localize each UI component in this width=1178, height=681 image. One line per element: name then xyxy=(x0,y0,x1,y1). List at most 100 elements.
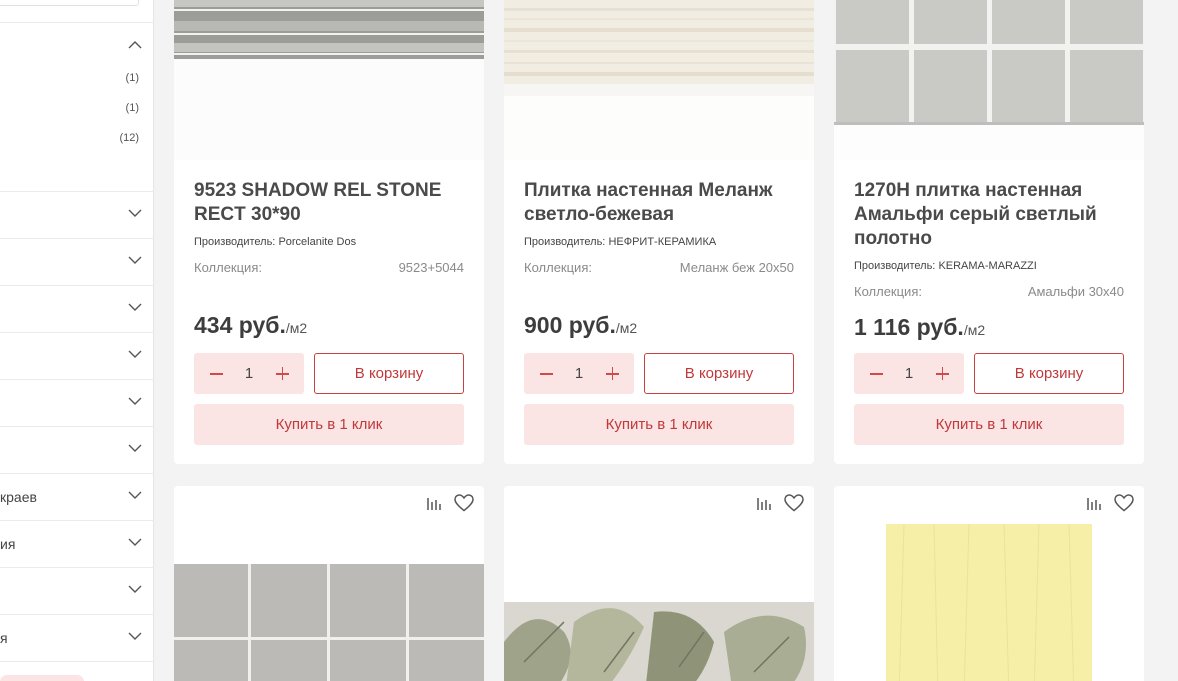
buy-one-click-button[interactable]: Купить в 1 клик xyxy=(854,404,1124,445)
minus-icon[interactable] xyxy=(528,353,564,394)
product-image[interactable] xyxy=(504,0,814,160)
quantity-value[interactable]: 1 xyxy=(894,365,924,382)
manufacturer-label: Производитель: xyxy=(524,236,606,248)
manufacturer-label: Производитель: xyxy=(194,236,276,248)
card-actions xyxy=(748,494,804,516)
product-image[interactable] xyxy=(174,564,484,681)
product-collection: Коллекция: 9523+5044 xyxy=(194,260,464,275)
product-price: 434 руб./м2 xyxy=(194,312,307,339)
price-unit: /м2 xyxy=(963,322,986,338)
chevron-down-icon[interactable] xyxy=(128,256,142,265)
price-unit: /м2 xyxy=(285,320,308,336)
product-card[interactable] xyxy=(174,486,484,681)
price-value: 1 116 руб. xyxy=(854,314,964,340)
product-collection: Коллекция: Меланж беж 20x50 xyxy=(524,260,794,275)
quantity-stepper: 1 xyxy=(194,353,304,394)
filter-group-9[interactable] xyxy=(0,567,154,614)
compare-icon[interactable] xyxy=(756,495,772,516)
plus-icon[interactable] xyxy=(264,353,300,394)
product-card[interactable] xyxy=(504,486,814,681)
chevron-down-icon[interactable] xyxy=(128,632,142,641)
product-image[interactable] xyxy=(834,0,1144,160)
filter-group-4[interactable] xyxy=(0,332,154,379)
chevron-up-icon[interactable] xyxy=(128,40,142,49)
plus-icon[interactable] xyxy=(924,353,960,394)
product-card[interactable]: 1270H плитка настенная Амальфи серый све… xyxy=(834,0,1144,464)
manufacturer-label: Производитель: xyxy=(854,260,936,272)
heart-icon[interactable] xyxy=(784,494,804,517)
compare-icon[interactable] xyxy=(426,495,442,516)
filter-group-3[interactable] xyxy=(0,285,154,332)
product-card[interactable]: 9523 SHADOW REL STONE RECT 30*90 Произво… xyxy=(174,0,484,464)
collection-label: Коллекция: xyxy=(524,260,592,275)
heart-icon[interactable] xyxy=(1114,494,1134,517)
collection-value: 9523+5044 xyxy=(398,260,464,275)
product-price: 900 руб./м2 xyxy=(524,312,637,339)
product-title[interactable]: 1270H плитка настенная Амальфи серый све… xyxy=(854,179,1129,251)
chevron-down-icon[interactable] xyxy=(128,209,142,218)
minus-icon[interactable] xyxy=(858,353,894,394)
add-to-cart-button[interactable]: В корзину xyxy=(974,353,1124,394)
chevron-down-icon[interactable] xyxy=(128,303,142,312)
filter-group-7[interactable]: краев xyxy=(0,473,154,520)
chevron-down-icon[interactable] xyxy=(128,444,142,453)
collection-label: Коллекция: xyxy=(194,260,262,275)
add-to-cart-button[interactable]: В корзину xyxy=(644,353,794,394)
product-image[interactable] xyxy=(504,602,814,681)
collection-label: Коллекция: xyxy=(854,284,922,299)
chevron-down-icon[interactable] xyxy=(128,538,142,547)
manufacturer-value: НЕФРИТ-КЕРАМИКА xyxy=(608,236,717,248)
chevron-down-icon[interactable] xyxy=(128,397,142,406)
filter-group-1[interactable] xyxy=(0,191,154,238)
collection-value: Меланж беж 20x50 xyxy=(679,260,794,275)
filter-group-label: краев xyxy=(0,489,37,505)
product-manufacturer: Производитель: НЕФРИТ-КЕРАМИКА xyxy=(524,236,716,248)
filter-group-2[interactable] xyxy=(0,238,154,285)
product-image[interactable] xyxy=(834,523,1144,681)
add-to-cart-button[interactable]: В корзину xyxy=(314,353,464,394)
price-value: 900 руб. xyxy=(524,312,616,338)
minus-icon[interactable] xyxy=(198,353,234,394)
apply-filter-button[interactable] xyxy=(0,675,84,681)
manufacturer-value: KERAMA-MARAZZI xyxy=(938,260,1037,272)
filter-group-8[interactable]: ия xyxy=(0,520,154,567)
price-value: 434 руб. xyxy=(194,312,286,338)
product-price: 1 116 руб./м2 xyxy=(854,314,985,341)
buy-one-click-button[interactable]: Купить в 1 клик xyxy=(194,404,464,445)
product-card[interactable] xyxy=(834,486,1144,681)
filter-option-count: (1) xyxy=(125,102,139,114)
card-actions xyxy=(1078,494,1134,516)
product-card[interactable]: Плитка настенная Меланж светло-бежевая П… xyxy=(504,0,814,464)
filter-group-10[interactable]: я xyxy=(0,614,154,661)
buy-one-click-button[interactable]: Купить в 1 клик xyxy=(524,404,794,445)
filter-option-count: (12) xyxy=(119,132,139,144)
product-title[interactable]: 9523 SHADOW REL STONE RECT 30*90 xyxy=(194,179,469,227)
filter-group-5[interactable] xyxy=(0,379,154,426)
manufacturer-value: Porcelanite Dos xyxy=(278,236,357,248)
filter-group-expanded: (1) (1) (12) xyxy=(0,22,154,192)
filter-sidebar: (1) (1) (12) краев ия я xyxy=(0,0,154,681)
product-title[interactable]: Плитка настенная Меланж светло-бежевая xyxy=(524,179,799,227)
price-unit: /м2 xyxy=(615,320,638,336)
chevron-down-icon[interactable] xyxy=(128,585,142,594)
product-image[interactable] xyxy=(174,0,484,160)
quantity-value[interactable]: 1 xyxy=(234,365,264,382)
filter-group-label: ия xyxy=(0,536,16,552)
quantity-value[interactable]: 1 xyxy=(564,365,594,382)
quantity-stepper: 1 xyxy=(524,353,634,394)
filter-group-6[interactable] xyxy=(0,426,154,473)
filter-group-label: я xyxy=(0,630,8,646)
chevron-down-icon[interactable] xyxy=(128,491,142,500)
collection-value: Амальфи 30x40 xyxy=(1027,284,1124,299)
plus-icon[interactable] xyxy=(594,353,630,394)
card-actions xyxy=(418,494,474,516)
filter-option-count: (1) xyxy=(125,72,139,84)
quantity-stepper: 1 xyxy=(854,353,964,394)
sidebar-search-box-edge[interactable] xyxy=(0,0,139,6)
product-manufacturer: Производитель: Porcelanite Dos xyxy=(194,236,356,248)
heart-icon[interactable] xyxy=(454,494,474,517)
product-manufacturer: Производитель: KERAMA-MARAZZI xyxy=(854,260,1037,272)
chevron-down-icon[interactable] xyxy=(128,350,142,359)
product-collection: Коллекция: Амальфи 30x40 xyxy=(854,284,1124,299)
compare-icon[interactable] xyxy=(1086,495,1102,516)
